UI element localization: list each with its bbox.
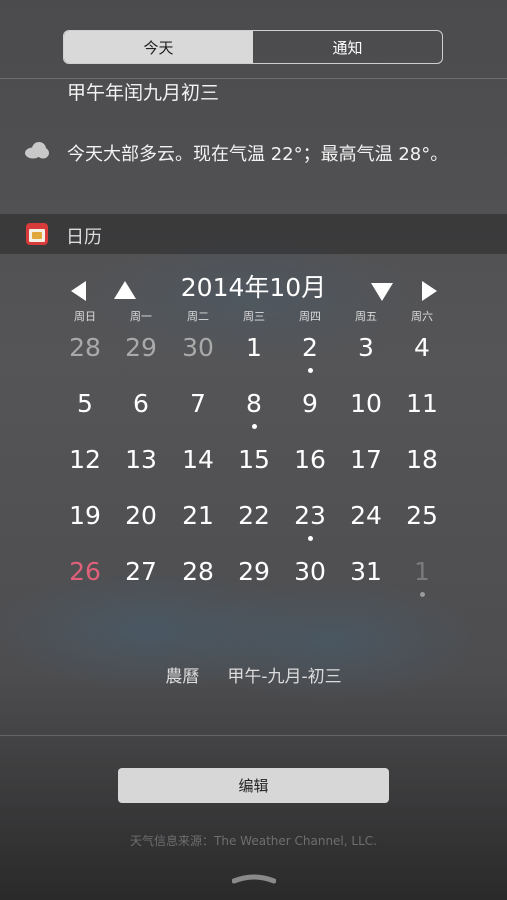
calendar-day[interactable]: 25 <box>394 501 450 530</box>
calendar-day[interactable]: 13 <box>113 445 169 474</box>
lunar-value: 甲午-九月-初三 <box>227 667 342 687</box>
next-year-arrow-icon[interactable] <box>371 283 393 301</box>
calendar-day[interactable]: 14 <box>170 445 226 474</box>
calendar-day[interactable]: 28 <box>170 557 226 586</box>
calendar-day[interactable]: 6 <box>113 389 169 418</box>
calendar-day[interactable]: 30 <box>170 333 226 362</box>
calendar-day[interactable]: 21 <box>170 501 226 530</box>
weather-summary: 今天大部多云。现在气温 22°；最高气温 28°。 <box>67 144 449 165</box>
lunar-label: 農曆 <box>165 667 200 687</box>
weekday-label: 周日 <box>74 310 96 323</box>
weekday-label: 周三 <box>243 310 265 323</box>
calendar-day[interactable]: 30 <box>282 557 338 586</box>
calendar-day[interactable]: 20 <box>113 501 169 530</box>
calendar-day[interactable]: 15 <box>226 445 282 474</box>
weekday-label: 周一 <box>130 310 152 323</box>
event-dot <box>307 536 313 541</box>
weekday-label: 周五 <box>355 310 377 323</box>
calendar-day[interactable]: 18 <box>394 445 450 474</box>
cloud-icon <box>25 142 49 159</box>
event-dot <box>251 424 257 429</box>
calendar-day[interactable]: 22 <box>226 501 282 530</box>
calendar-day[interactable]: 1 <box>226 333 282 362</box>
drag-handle-icon[interactable] <box>232 872 276 884</box>
event-dot <box>307 368 313 373</box>
weekday-label: 周四 <box>299 310 321 323</box>
calendar-day[interactable]: 5 <box>57 389 113 418</box>
tab-today[interactable]: 今天 <box>64 31 253 63</box>
lunar-date-text: 甲午年闰九月初三 <box>67 82 220 104</box>
calendar-day[interactable]: 23 <box>282 501 338 530</box>
calendar-day[interactable]: 7 <box>170 389 226 418</box>
calendar-section-header: 日历 <box>0 214 507 254</box>
calendar-day[interactable]: 29 <box>226 557 282 586</box>
calendar-day[interactable]: 29 <box>113 333 169 362</box>
next-month-arrow-icon[interactable] <box>419 281 439 301</box>
calendar-day[interactable]: 9 <box>282 389 338 418</box>
weekday-label: 周二 <box>187 310 209 323</box>
divider <box>0 735 507 736</box>
calendar-day[interactable]: 24 <box>338 501 394 530</box>
calendar-day[interactable]: 19 <box>57 501 113 530</box>
today-notification-segmented-control: 今天 通知 <box>63 30 443 64</box>
weather-source-text: 天气信息来源：The Weather Channel, LLC. <box>130 834 377 848</box>
calendar-day[interactable]: 27 <box>113 557 169 586</box>
calendar-day[interactable]: 28 <box>57 333 113 362</box>
calendar-day[interactable]: 1 <box>394 557 450 586</box>
calendar-day[interactable]: 26 <box>57 557 113 586</box>
calendar-day[interactable]: 12 <box>57 445 113 474</box>
tab-notifications[interactable]: 通知 <box>253 31 442 63</box>
weekday-label: 周六 <box>411 310 433 323</box>
calendar-day[interactable]: 10 <box>338 389 394 418</box>
calendar-day[interactable]: 3 <box>338 333 394 362</box>
calendar-day[interactable]: 16 <box>282 445 338 474</box>
edit-button[interactable]: 编辑 <box>118 768 389 803</box>
calendar-day[interactable]: 17 <box>338 445 394 474</box>
calendar-day[interactable]: 4 <box>394 333 450 362</box>
event-dot <box>419 592 425 597</box>
calendar-day[interactable]: 11 <box>394 389 450 418</box>
calendar-day[interactable]: 31 <box>338 557 394 586</box>
calendar-day[interactable]: 8 <box>226 389 282 418</box>
calendar-section-title: 日历 <box>66 227 102 248</box>
calendar-day[interactable]: 2 <box>282 333 338 362</box>
lunar-date-footer: 農曆 甲午-九月-初三 <box>0 662 507 687</box>
calendar-app-icon <box>26 223 48 245</box>
